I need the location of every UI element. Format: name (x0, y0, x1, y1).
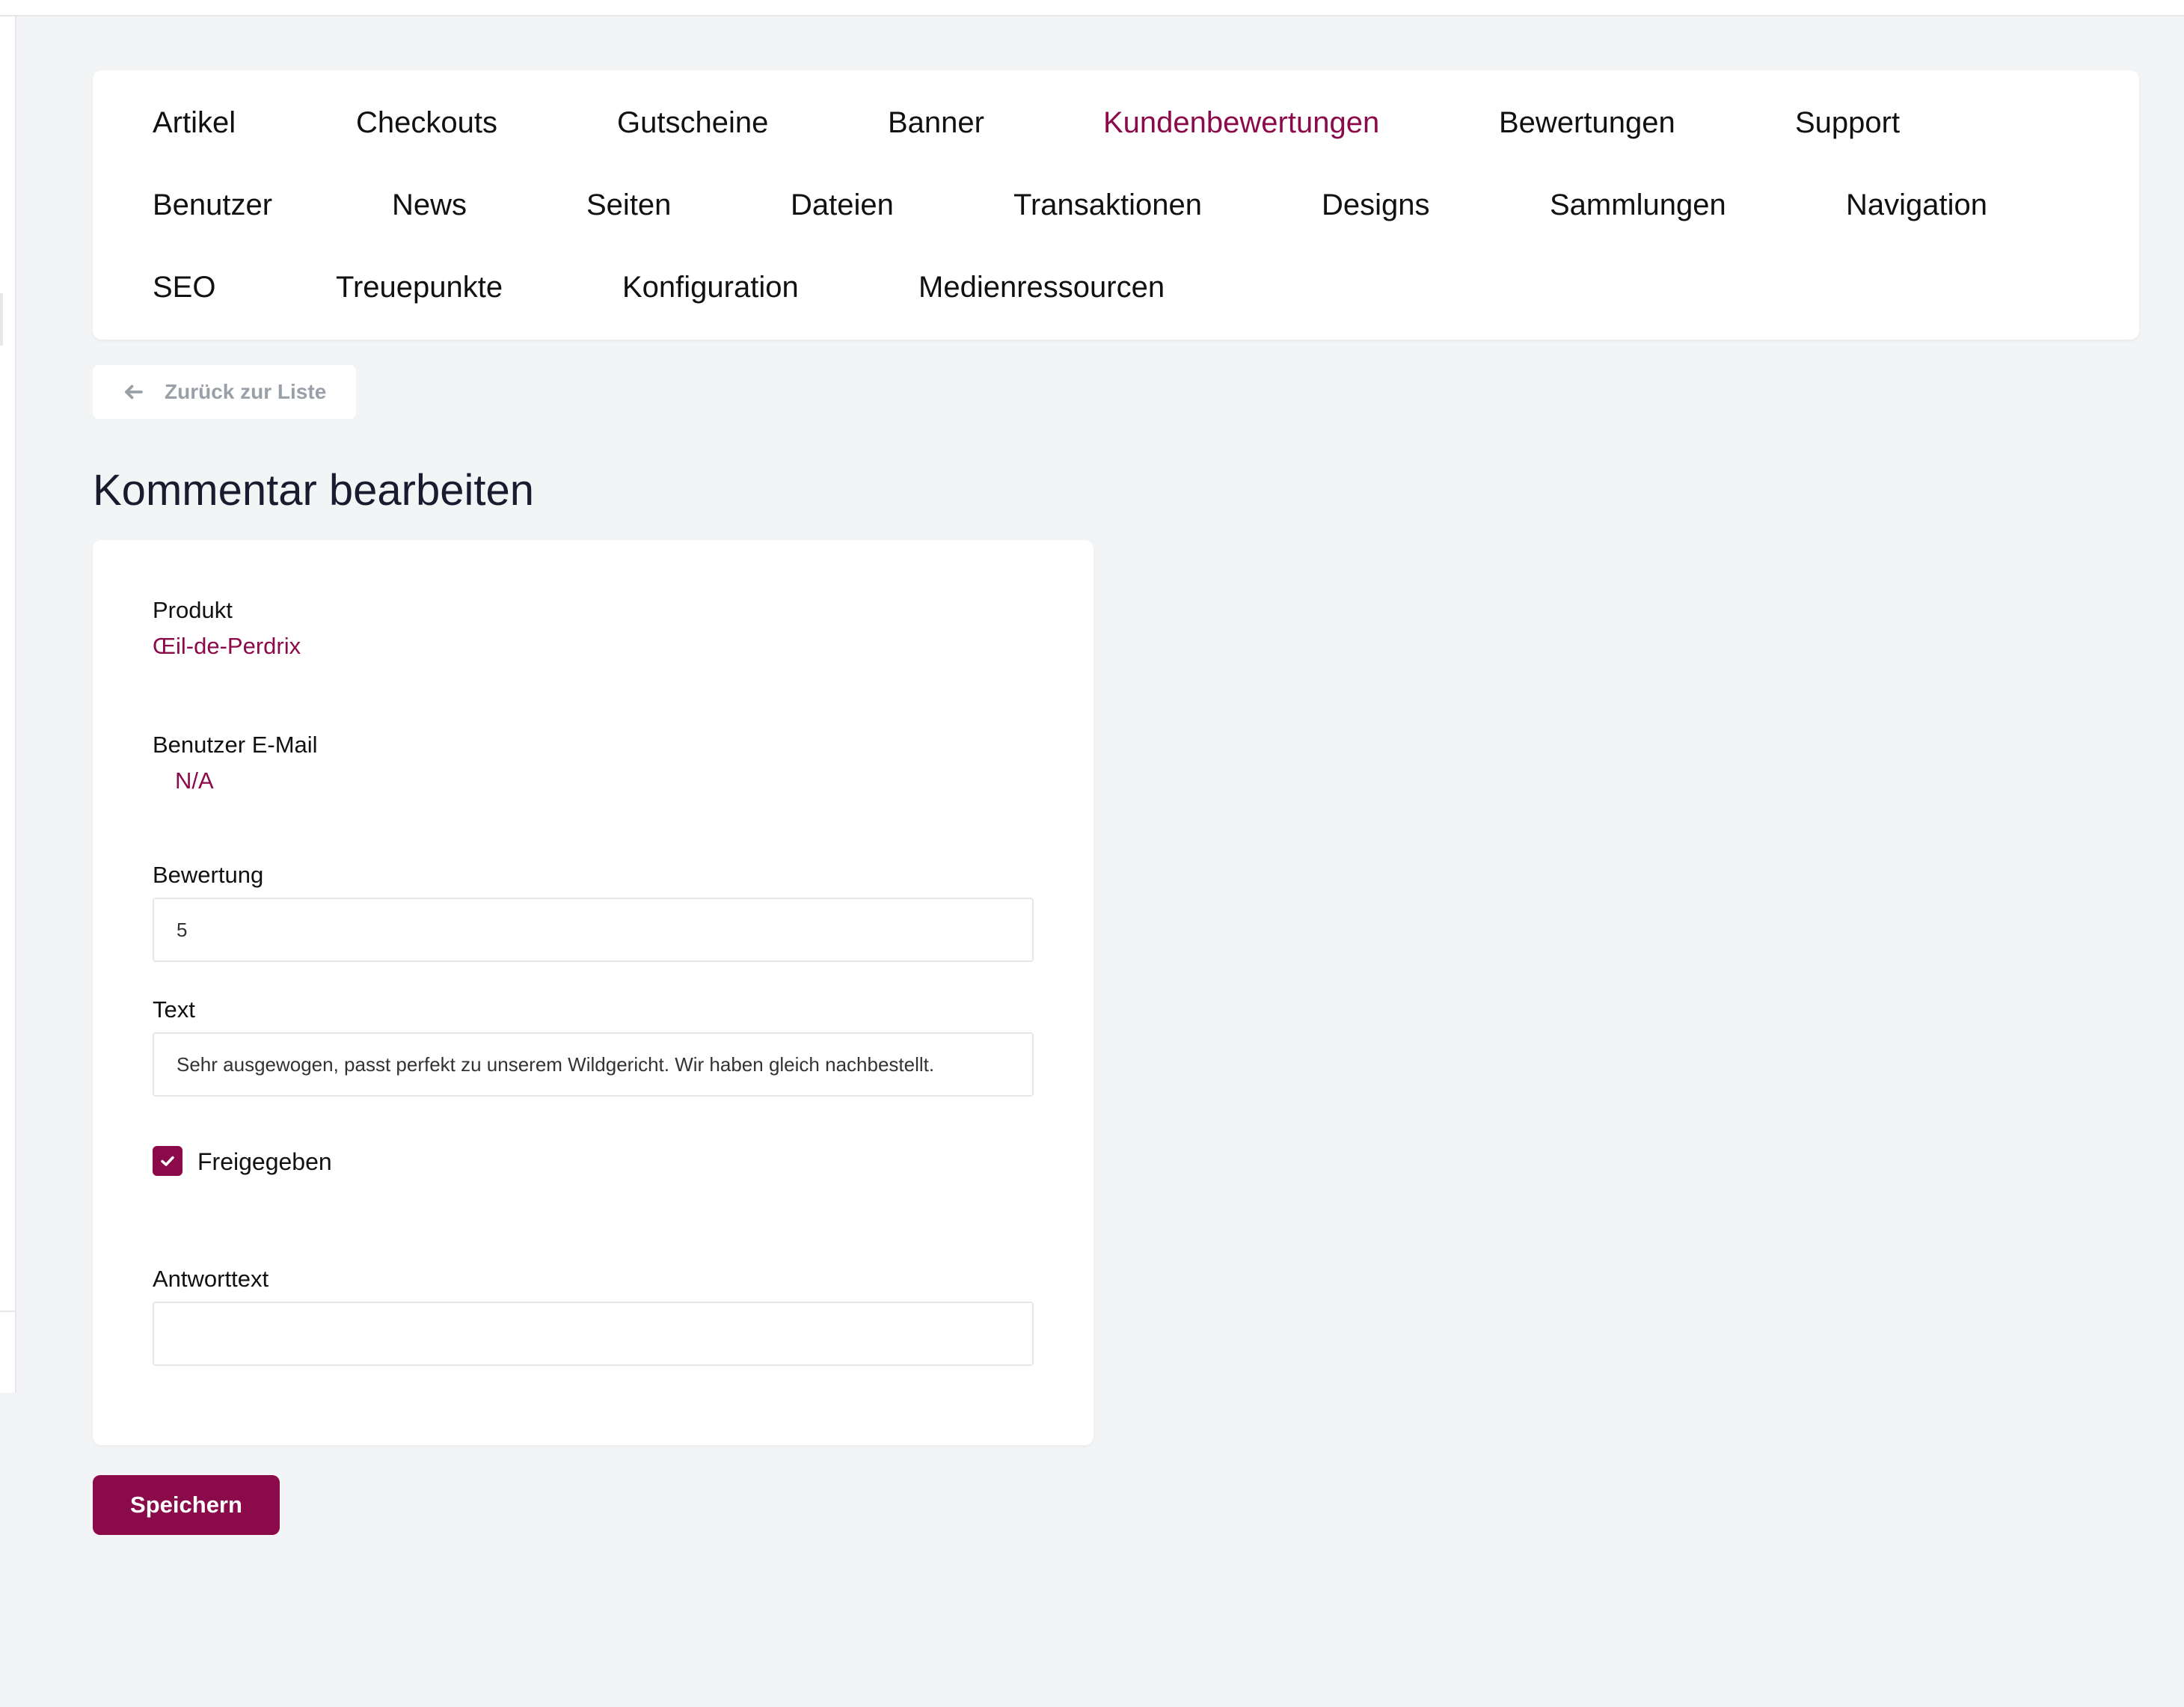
nav-link-bewertungen[interactable]: Bewertungen (1499, 100, 1675, 145)
rating-label: Bewertung (153, 862, 264, 888)
nav-link-banner[interactable]: Banner (888, 100, 984, 145)
approved-checkbox[interactable] (153, 1146, 182, 1176)
reply-input[interactable] (153, 1302, 1034, 1366)
checkmark-icon (161, 1156, 174, 1166)
nav-link-konfiguration[interactable]: Konfiguration (622, 265, 799, 310)
nav-link-dateien[interactable]: Dateien (791, 183, 894, 227)
nav-link-designs[interactable]: Designs (1322, 183, 1430, 227)
page-title: Kommentar bearbeiten (93, 466, 534, 515)
nav-link-seiten[interactable]: Seiten (586, 183, 671, 227)
nav-link-transaktionen[interactable]: Transaktionen (1013, 183, 1202, 227)
save-button[interactable]: Speichern (93, 1475, 280, 1535)
nav-link-benutzer[interactable]: Benutzer (153, 183, 272, 227)
text-label: Text (153, 996, 195, 1023)
user-email-value: N/A (175, 767, 214, 794)
top-bar (0, 0, 2184, 16)
back-to-list-label: Zurück zur Liste (165, 380, 327, 403)
nav-link-artikel[interactable]: Artikel (153, 100, 236, 145)
sidebar-rail (0, 16, 16, 1393)
nav-link-kundenbewertungen[interactable]: Kundenbewertungen (1103, 100, 1379, 145)
nav-link-treuepunkte[interactable]: Treuepunkte (336, 265, 503, 310)
reply-label: Antworttext (153, 1266, 269, 1292)
back-to-list-button[interactable]: Zurück zur Liste (93, 365, 356, 419)
sidebar-indicator (0, 293, 3, 346)
sidebar-divider (0, 1311, 16, 1312)
nav-link-seo[interactable]: SEO (153, 265, 215, 310)
approved-label[interactable]: Freigegeben (197, 1146, 332, 1177)
nav-link-navigation[interactable]: Navigation (1846, 183, 1987, 227)
user-email-label: Benutzer E-Mail (153, 732, 318, 758)
text-input[interactable] (153, 1032, 1034, 1097)
nav-link-news[interactable]: News (392, 183, 467, 227)
admin-navigation: Artikel Checkouts Gutscheine Banner Kund… (93, 70, 2139, 340)
nav-link-sammlungen[interactable]: Sammlungen (1550, 183, 1726, 227)
nav-link-medienressourcen[interactable]: Medienressourcen (918, 265, 1165, 310)
product-label: Produkt (153, 597, 233, 623)
product-link[interactable]: Œil-de-Perdrix (153, 631, 301, 661)
nav-link-checkouts[interactable]: Checkouts (356, 100, 497, 145)
rating-input[interactable] (153, 898, 1034, 962)
comment-edit-form: Produkt Œil-de-Perdrix Benutzer E-Mail N… (93, 540, 1093, 1445)
arrow-left-icon (125, 384, 143, 399)
nav-link-gutscheine[interactable]: Gutscheine (617, 100, 768, 145)
nav-link-support[interactable]: Support (1795, 100, 1900, 145)
